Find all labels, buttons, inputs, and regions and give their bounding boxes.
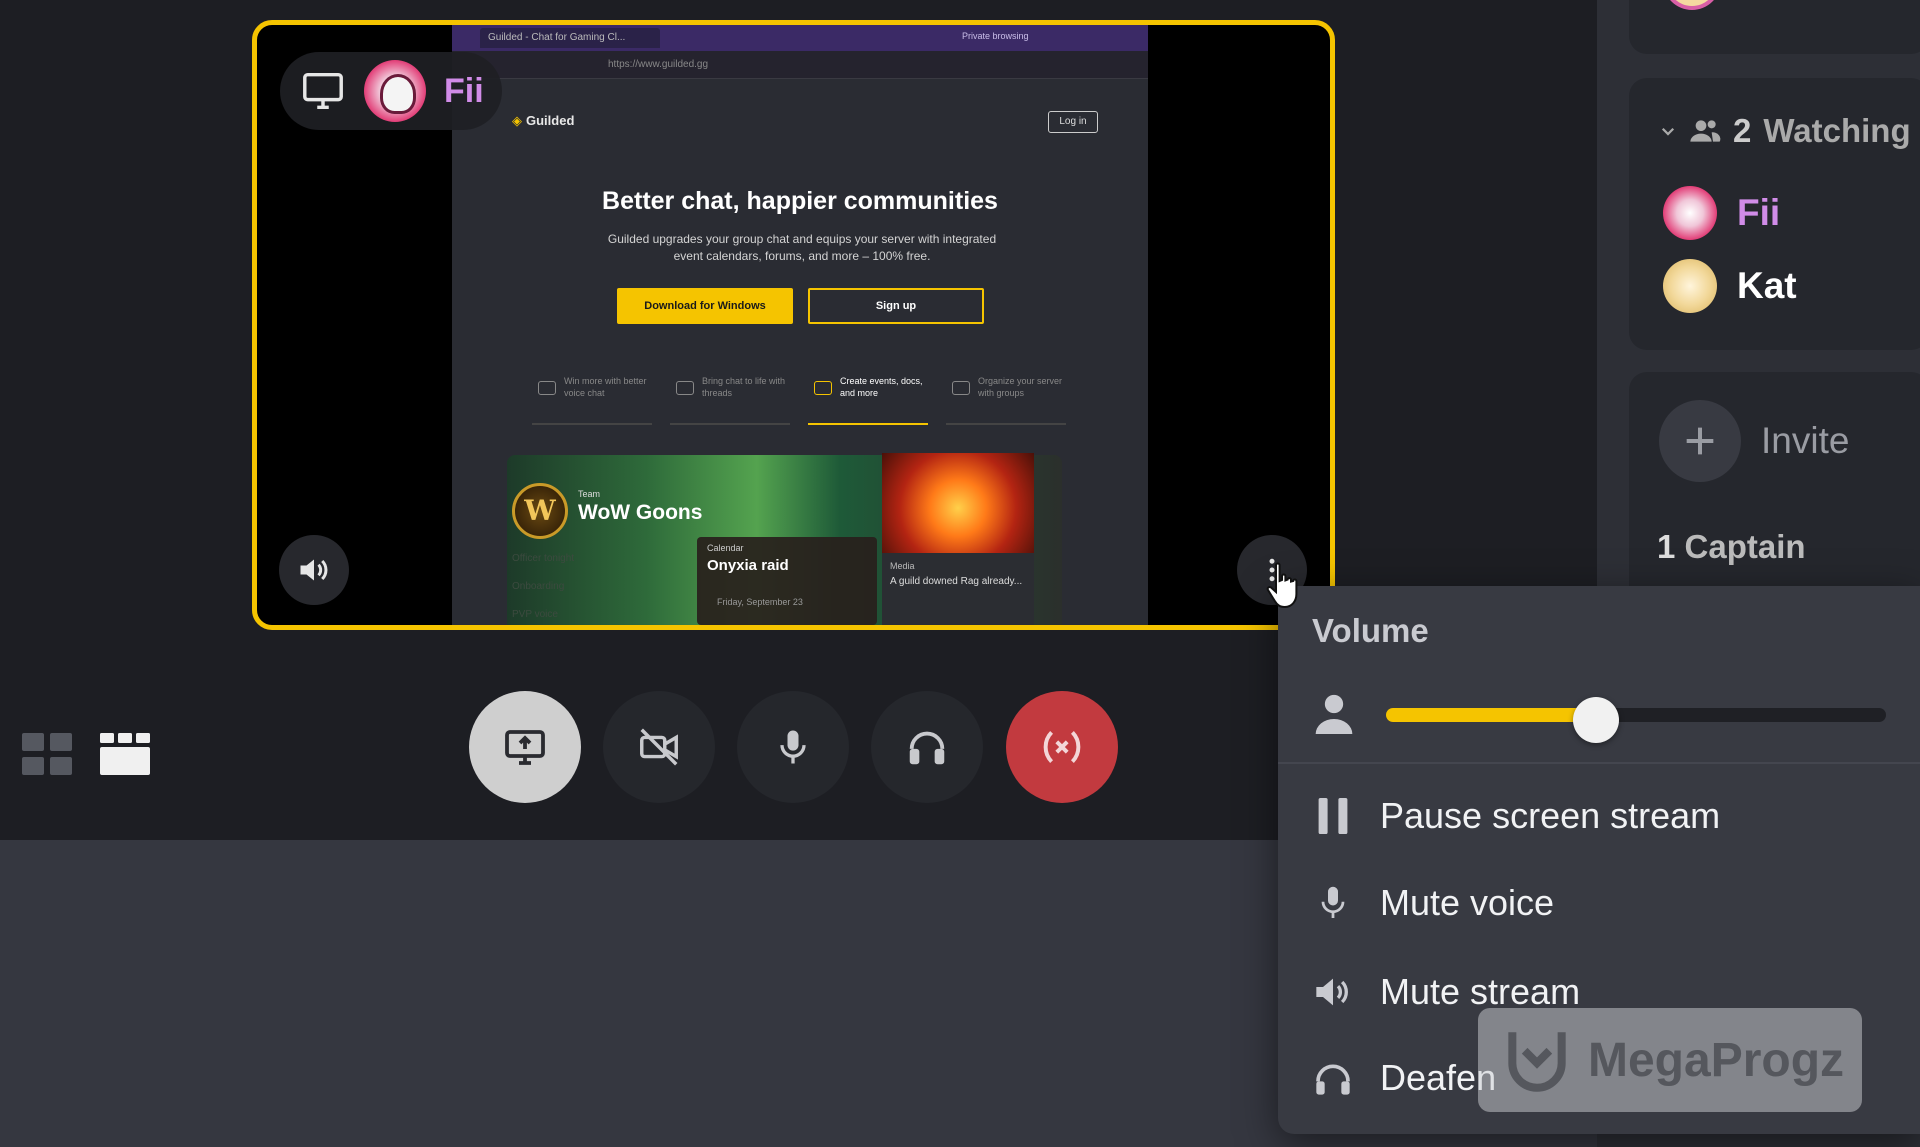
headset-icon: [909, 731, 945, 765]
event-title: Onyxia raid: [707, 557, 789, 574]
grid-layout-icon[interactable]: [22, 733, 72, 775]
menu-item-label: Mute stream: [1380, 971, 1581, 1012]
wow-emblem-icon: W: [512, 483, 568, 539]
leave-call-icon: [1043, 731, 1081, 763]
volume-row: [1314, 690, 1894, 743]
feature-events: Create events, docs, and more: [808, 375, 928, 425]
guilded-logo-text: Guilded: [526, 113, 575, 128]
groups-feature-icon: [952, 381, 970, 395]
private-browsing-label: Private browsing: [962, 31, 1029, 41]
monitor-icon: [303, 72, 343, 110]
headphones-icon: [1312, 1057, 1354, 1099]
calendar-feature-icon: [814, 381, 832, 395]
menu-item-label: Pause screen stream: [1380, 795, 1721, 836]
media-thumbnail: [882, 453, 1034, 553]
menu-item-deafen[interactable]: Deafen: [1312, 1048, 1496, 1108]
invite-label: Invite: [1761, 420, 1850, 461]
leave-call-button[interactable]: [1006, 691, 1118, 803]
guilded-logo: ◈ Guilded: [512, 113, 574, 129]
captain-section-header: 1 Captain: [1657, 528, 1806, 565]
signup-button: Sign up: [808, 288, 984, 324]
streamer-avatar: [364, 60, 426, 122]
users-icon: [1690, 120, 1721, 142]
threads-feature-icon: [676, 381, 694, 395]
avatar: [1663, 186, 1717, 240]
screen-share-button[interactable]: [469, 691, 581, 803]
watching-count: 2: [1733, 112, 1752, 149]
pause-icon: [1312, 795, 1354, 837]
focus-layout-icon[interactable]: [100, 733, 150, 775]
faint-channel-list: Officer tonight Onboarding PVP voice: [512, 553, 575, 620]
feature-threads: Bring chat to life with threads: [670, 375, 790, 425]
menu-item-mute-voice[interactable]: Mute voice: [1312, 873, 1554, 933]
menu-item-label: Mute voice: [1380, 882, 1555, 923]
volume-slider[interactable]: [1386, 697, 1886, 743]
site-login-button: Log in: [1048, 111, 1098, 133]
watermark: MegaProgz: [1478, 1008, 1862, 1112]
watching-card: 2 Watching Fii Kat: [1629, 78, 1920, 350]
media-category: Media: [890, 561, 915, 571]
event-date: Friday, September 23: [717, 597, 803, 607]
menu-divider: [1278, 762, 1920, 764]
team-label: Team: [578, 489, 601, 499]
invite-button[interactable]: Invite: [1659, 400, 1849, 482]
volume-slider-fill: [1386, 708, 1596, 722]
browser-url: https://www.guilded.gg: [608, 59, 709, 70]
viewer-item-kat[interactable]: Kat: [1663, 259, 1797, 313]
watermark-logo-icon: [1508, 1032, 1566, 1092]
guilded-mark-icon: ◈: [512, 113, 522, 128]
streamer-name: Fii: [444, 71, 484, 110]
watching-header[interactable]: 2 Watching: [1659, 112, 1911, 150]
microphone-icon: [1312, 882, 1354, 924]
volume-slider-thumb[interactable]: [1573, 697, 1619, 743]
feature-tabs: Win more with better voice chat Bring ch…: [532, 375, 1092, 425]
hand-cursor-icon: [1266, 562, 1298, 609]
speaker-icon: [1312, 971, 1354, 1013]
hero-title: Better chat, happier communities: [602, 187, 998, 215]
browser-address-bar: https://www.guilded.gg: [452, 51, 1148, 79]
headset-button[interactable]: [871, 691, 983, 803]
event-category: Calendar: [707, 543, 744, 553]
shared-screen-content: Guilded - Chat for Gaming Cl... Private …: [452, 25, 1148, 625]
microphone-icon: [780, 730, 806, 764]
event-card: Calendar Onyxia raid Friday, September 2…: [697, 537, 877, 625]
watermark-text: MegaProgz: [1588, 1033, 1845, 1087]
watching-label: Watching: [1763, 112, 1911, 149]
viewer-name: Fii: [1737, 192, 1781, 233]
browser-tab: Guilded - Chat for Gaming Cl...: [480, 28, 660, 48]
member-avatar: [1663, 0, 1721, 10]
avatar: [1663, 259, 1717, 313]
feature-groups: Organize your server with groups: [946, 375, 1066, 425]
camera-toggle-button[interactable]: [603, 691, 715, 803]
hero-subtitle: Guilded upgrades your group chat and equ…: [607, 232, 997, 263]
menu-item-pause-screen-stream[interactable]: Pause screen stream: [1312, 786, 1720, 846]
volume-header: Volume: [1312, 612, 1429, 649]
viewer-name: Kat: [1737, 265, 1797, 306]
media-title: A guild downed Rag already...: [890, 576, 1023, 587]
camera-off-icon: [640, 728, 678, 766]
tile-volume-button[interactable]: [279, 535, 349, 605]
microphone-button[interactable]: [737, 691, 849, 803]
media-card: Media A guild downed Rag already...: [882, 553, 1034, 625]
screen-share-icon: [505, 730, 545, 765]
streamer-badge: Fii: [280, 52, 502, 130]
user-icon: [1315, 694, 1353, 734]
voice-feature-icon: [538, 381, 556, 395]
viewer-item-fii[interactable]: Fii: [1663, 186, 1780, 240]
team-name: WoW Goons: [578, 501, 703, 524]
feature-voice: Win more with better voice chat: [532, 375, 652, 425]
plus-icon: [1659, 400, 1741, 482]
speaker-icon: [300, 559, 328, 581]
browser-tab-strip: Guilded - Chat for Gaming Cl... Private …: [452, 25, 1148, 51]
member-card-top: [1629, 0, 1920, 54]
screen-stream-tile[interactable]: Guilded - Chat for Gaming Cl... Private …: [252, 20, 1335, 630]
chevron-down-icon: [1661, 127, 1675, 136]
download-button: Download for Windows: [617, 288, 793, 324]
